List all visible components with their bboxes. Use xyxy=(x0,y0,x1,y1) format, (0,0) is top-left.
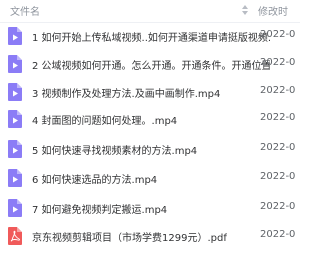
column-header-name[interactable]: 文件名 xyxy=(10,3,40,18)
file-row[interactable]: 3 视频制作及处理方法.及画中画制作.mp4 2022-0 xyxy=(0,80,300,108)
column-header-modified[interactable]: 修改时 xyxy=(258,3,288,18)
file-modified-date: 2022-0 xyxy=(260,57,296,68)
file-modified-date: 2022-0 xyxy=(260,85,296,96)
sort-icon[interactable] xyxy=(242,3,250,17)
file-name[interactable]: 2 公域视频如何开通。怎么开通。开通条件。开通位置。.. xyxy=(32,57,270,72)
list-header: 文件名 修改时 xyxy=(0,0,300,23)
file-row[interactable]: 京东视频剪辑项目（市场学费1299元）.pdf 2022-0 xyxy=(0,224,300,252)
video-file-icon xyxy=(8,110,22,128)
file-modified-date: 2022-0 xyxy=(260,201,296,212)
file-name[interactable]: 3 视频制作及处理方法.及画中画制作.mp4 xyxy=(32,85,220,100)
file-name[interactable]: 1 如何开始上传私域视频..如何开通渠道申请挺版视频... xyxy=(32,29,270,44)
file-name[interactable]: 6 如何快速选品的方法.mp4 xyxy=(32,171,157,186)
file-row[interactable]: 5 如何快速寻找视频素材的方法.mp4 2022-0 xyxy=(0,137,300,165)
video-file-icon xyxy=(8,55,22,73)
file-modified-date: 2022-0 xyxy=(260,29,296,40)
video-file-icon xyxy=(8,199,22,217)
file-modified-date: 2022-0 xyxy=(260,112,296,123)
file-name[interactable]: 7 如何避免视频判定搬运.mp4 xyxy=(32,201,167,216)
file-modified-date: 2022-0 xyxy=(260,142,296,153)
file-row[interactable]: 2 公域视频如何开通。怎么开通。开通条件。开通位置。.. 2022-0 xyxy=(0,52,300,80)
file-row[interactable]: 4 封面图的问题如何处理。.mp4 2022-0 xyxy=(0,107,300,135)
file-modified-date: 2022-0 xyxy=(260,171,296,182)
file-row[interactable]: 1 如何开始上传私域视频..如何开通渠道申请挺版视频... 2022-0 xyxy=(0,24,300,52)
pdf-file-icon xyxy=(8,227,22,245)
video-file-icon xyxy=(8,83,22,101)
video-file-icon xyxy=(8,27,22,45)
file-name[interactable]: 4 封面图的问题如何处理。.mp4 xyxy=(32,112,177,127)
file-name[interactable]: 京东视频剪辑项目（市场学费1299元）.pdf xyxy=(32,229,227,244)
video-file-icon xyxy=(8,169,22,187)
video-file-icon xyxy=(8,140,22,158)
file-row[interactable]: 6 如何快速选品的方法.mp4 2022-0 xyxy=(0,166,300,194)
file-name[interactable]: 5 如何快速寻找视频素材的方法.mp4 xyxy=(32,142,197,157)
file-row[interactable]: 7 如何避免视频判定搬运.mp4 2022-0 xyxy=(0,196,300,224)
file-modified-date: 2022-0 xyxy=(260,229,296,240)
